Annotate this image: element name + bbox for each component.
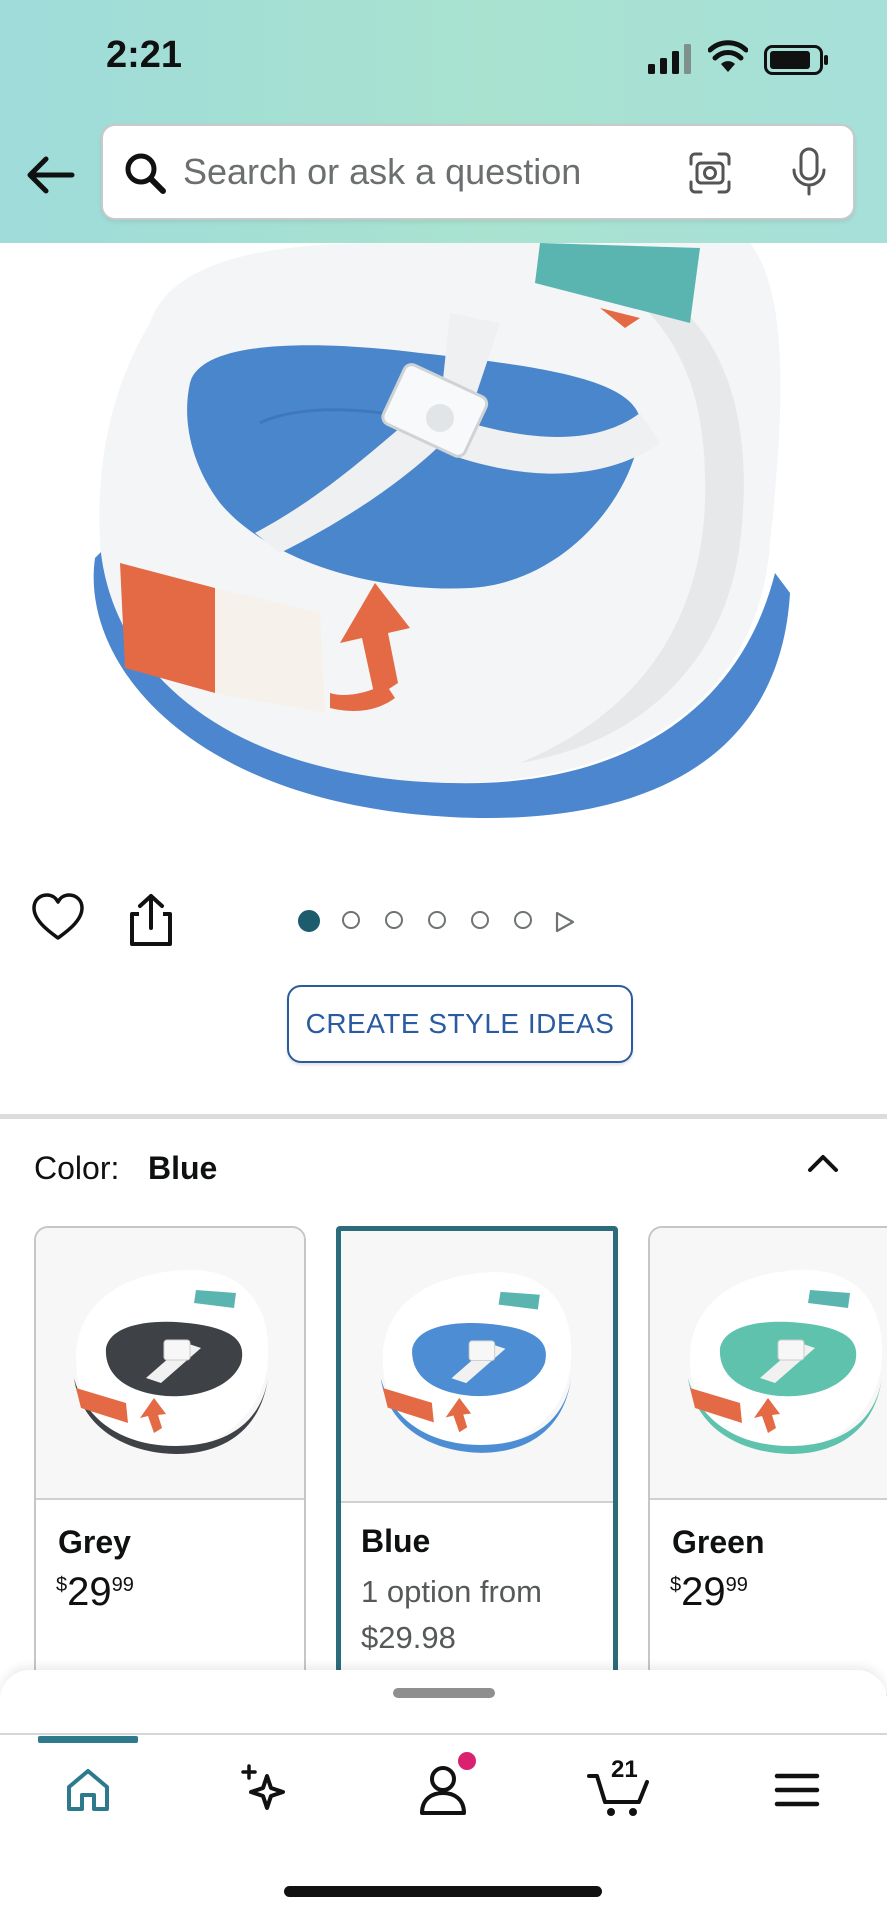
carousel-dot[interactable] xyxy=(385,911,403,929)
carousel-dot[interactable] xyxy=(428,911,446,929)
active-tab-indicator xyxy=(38,1736,138,1743)
color-swatch-green[interactable]: Green $2999 xyxy=(648,1226,887,1696)
nav-menu[interactable] xyxy=(752,1752,842,1828)
user-icon xyxy=(420,1766,466,1815)
swatch-name: Grey xyxy=(58,1524,131,1560)
currency-symbol: $ xyxy=(56,1574,68,1596)
swatch-name: Blue xyxy=(361,1523,431,1559)
swatch-description: 1 option from $29.98 xyxy=(361,1574,542,1655)
cellular-signal-icon xyxy=(648,44,691,74)
heart-icon[interactable] xyxy=(30,892,86,942)
sparkle-icon xyxy=(241,1764,285,1810)
color-swatch-grey[interactable]: Grey $2999 xyxy=(34,1226,306,1696)
chevron-up-icon[interactable] xyxy=(800,1140,846,1186)
swatch-thumbnail xyxy=(36,1228,304,1500)
booster-seat-thumbnail xyxy=(74,1269,269,1454)
home-icon xyxy=(67,1769,109,1811)
section-divider xyxy=(0,1114,887,1119)
selected-color-value: Blue xyxy=(148,1150,218,1186)
share-icon[interactable] xyxy=(124,892,178,948)
wifi-icon xyxy=(708,40,748,72)
notification-badge xyxy=(458,1752,476,1770)
nav-rufus-ai[interactable] xyxy=(220,1752,310,1828)
hamburger-menu-icon xyxy=(774,1773,820,1807)
price-whole: 29 xyxy=(67,1570,112,1614)
booster-seat-thumbnail xyxy=(380,1272,572,1453)
back-arrow-icon[interactable] xyxy=(22,146,80,204)
color-label: Color: xyxy=(34,1150,120,1186)
swatch-name: Green xyxy=(672,1524,765,1560)
cart-count-badge: 21 xyxy=(611,1756,638,1783)
price-fraction: 99 xyxy=(725,1574,748,1596)
sheet-drag-handle[interactable] xyxy=(393,1688,495,1698)
nav-home[interactable] xyxy=(43,1752,133,1828)
carousel-dot[interactable] xyxy=(514,911,532,929)
swatch-thumbnail xyxy=(650,1228,887,1500)
home-indicator xyxy=(284,1886,602,1897)
carousel-dot[interactable] xyxy=(471,911,489,929)
nav-divider xyxy=(0,1733,887,1735)
create-style-ideas-button[interactable]: CREATE STYLE IDEAS xyxy=(287,985,633,1063)
camera-scan-icon[interactable] xyxy=(687,150,733,196)
battery-icon xyxy=(764,45,828,75)
status-time: 2:21 xyxy=(106,34,183,76)
play-video-icon[interactable] xyxy=(554,911,576,933)
carousel-dot[interactable] xyxy=(298,910,320,932)
price-fraction: 99 xyxy=(111,1574,134,1596)
color-swatch-blue[interactable]: Blue 1 option from $29.98 xyxy=(336,1226,618,1696)
currency-symbol: $ xyxy=(670,1574,682,1596)
swatch-thumbnail xyxy=(341,1231,613,1503)
swatch-price: $2999 xyxy=(670,1570,748,1615)
product-image[interactable] xyxy=(0,243,887,863)
microphone-icon[interactable] xyxy=(789,146,829,198)
swatch-price: $2999 xyxy=(56,1570,134,1615)
search-icon xyxy=(125,153,166,194)
booster-seat-thumbnail xyxy=(688,1269,883,1454)
carousel-dot[interactable] xyxy=(342,911,360,929)
price-whole: 29 xyxy=(681,1570,726,1614)
search-input[interactable] xyxy=(183,146,653,198)
search-bar[interactable] xyxy=(101,124,855,220)
